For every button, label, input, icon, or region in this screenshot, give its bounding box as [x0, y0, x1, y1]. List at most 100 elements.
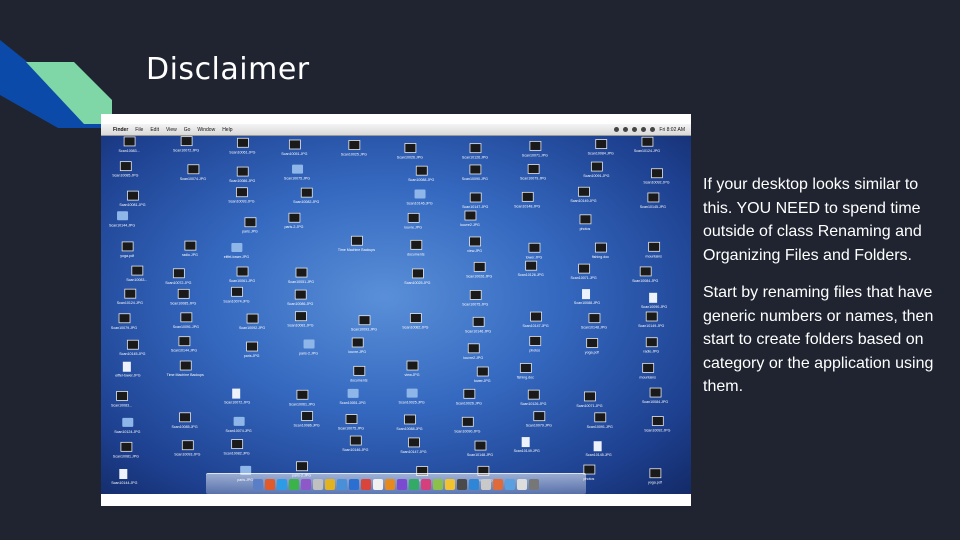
- file-icon: Scan10086.JPG: [229, 166, 256, 183]
- file-label: louvre.JPG: [348, 350, 366, 354]
- file-icon: Scan10026.JPG: [397, 143, 423, 160]
- paragraph-renaming-advice: Start by renaming files that have generi…: [703, 284, 934, 395]
- file-icon: Scan10074.JPG: [180, 164, 206, 181]
- volume-icon: [650, 127, 656, 132]
- menu-item-window: Window: [197, 126, 216, 133]
- file-icon: Scan10146.JPG: [406, 189, 433, 206]
- file-label: Scan10051.JPG: [281, 152, 307, 156]
- file-label: Scan10090.JPG: [641, 305, 667, 309]
- file-label: louvre2.JPG: [460, 223, 480, 227]
- file-label: Scan10082.JPG: [224, 452, 250, 456]
- file-label: Scan10079.JPG: [526, 424, 552, 428]
- file-icon: Scan10092.JPG: [643, 168, 670, 185]
- file-label: view.JPG: [467, 249, 482, 253]
- file-icon: Scan10051.JPG: [288, 267, 314, 284]
- file-label: Scan10074.JPG: [223, 299, 249, 303]
- file-label: Scan10147.JPG: [462, 205, 488, 209]
- menu-item-go: Go: [183, 126, 191, 133]
- file-icon: Scan10072.JPG: [173, 136, 199, 153]
- file-label: Scan10149.JPG: [638, 324, 664, 328]
- paragraph-desktop-warning: If your desktop looks similar to this. Y…: [703, 176, 922, 264]
- dock-app-icon: [385, 478, 395, 490]
- file-label: Scan10092.JPG: [644, 429, 670, 433]
- file-icon: Scan10074.JPG: [226, 416, 252, 433]
- file-icon: Scan10079.JPG: [520, 164, 546, 181]
- file-icon: yoga.pdf: [585, 338, 599, 354]
- file-icon: photos: [529, 336, 542, 352]
- file-icon: paris.JPG: [242, 217, 258, 234]
- file-label: Scan10081.JPG: [113, 454, 139, 458]
- file-label: Scan10086.JPG: [287, 302, 313, 306]
- file-label: paris.JPG: [244, 354, 260, 358]
- file-icon: yoga.pdf: [120, 241, 134, 258]
- file-label: Scan10144.JPG: [111, 481, 137, 485]
- menubar-status-area: Fri 8:02 AM: [614, 127, 685, 133]
- file-label: Scan10149.JPG: [514, 449, 540, 453]
- file-icon: Scan10061.JPG: [229, 137, 256, 154]
- file-label: Scan10088.JPG: [574, 301, 600, 305]
- file-label: Scan10144.JPG: [171, 349, 197, 353]
- dock-app-icon: [361, 478, 371, 490]
- file-label: Scan10124.JPG: [117, 301, 143, 305]
- file-label: Scan10082.JPG: [293, 200, 319, 204]
- file-icon: louvre2.JPG: [460, 210, 480, 227]
- file-label: Scan10146.JPG: [342, 448, 368, 452]
- file-icon: Scan10124.JPG: [634, 136, 660, 153]
- file-icon: Scan10147.JPG: [522, 311, 549, 328]
- file-icon: mountains: [645, 241, 662, 258]
- file-label: louvre.JPG: [404, 225, 422, 229]
- file-label: Scan10071.JPG: [522, 153, 548, 157]
- menu-item-finder: Finder: [113, 126, 129, 133]
- file-icon: louvre.JPG: [348, 337, 366, 354]
- file-icon: Scan10124.JPG: [117, 288, 143, 305]
- file-label: Scan10075.JPG: [462, 302, 488, 306]
- file-icon: Scan10061.JPG: [289, 389, 315, 406]
- file-label: Scan10147.JPG: [522, 324, 548, 328]
- file-icon: Scan10086.JPG: [287, 289, 314, 306]
- file-icon: Scan10025.JPG: [399, 388, 425, 405]
- file-icon: Scan10071.JPG: [571, 263, 597, 280]
- dock-app-icon: [457, 478, 467, 490]
- file-label: Scan10081.JPG: [119, 203, 145, 207]
- file-label: Scan10025.JPG: [399, 401, 425, 405]
- file-label: Scan10124.JPG: [114, 430, 140, 434]
- file-icon: eiffel-tower.JPG: [224, 243, 250, 259]
- file-icon: Scan10074.JPG: [223, 286, 250, 303]
- file-icon: Scan10145.JPG: [640, 192, 666, 209]
- file-icon: tower.JPG: [526, 242, 542, 259]
- file-icon: Scan10149.JPG: [638, 311, 664, 328]
- file-label: Scan10071.JPG: [576, 404, 602, 408]
- file-icon: view.JPG: [467, 236, 482, 253]
- menu-item-help: Help: [222, 126, 233, 133]
- file-icon: documents: [407, 239, 425, 256]
- file-label: Time Machine Backups: [338, 248, 375, 252]
- file-label: Scan10026.JPG: [397, 156, 423, 160]
- file-icon: Scan10075.JPG: [284, 164, 310, 181]
- file-label: Scan10124.JPG: [634, 149, 660, 153]
- file-icon: Scan10081.JPG: [287, 311, 314, 328]
- dock-app-icon: [433, 478, 443, 490]
- dock-app-icon: [337, 478, 347, 490]
- file-label: fishing.doc: [592, 255, 609, 259]
- file-icon: mountains: [639, 362, 656, 379]
- file-label: Scan10071.JPG: [571, 276, 597, 280]
- file-icon: tower.JPG: [474, 366, 491, 383]
- file-icon: Scan10071.JPG: [522, 140, 548, 157]
- file-label: Scan10148.JPG: [514, 204, 540, 208]
- file-icon: Scan10026.JPG: [466, 261, 492, 278]
- file-label: eiffel-tower.JPG: [224, 255, 250, 259]
- file-label: Scan10072.JPG: [173, 149, 199, 153]
- wifi-icon: [641, 127, 647, 132]
- menubar-clock: Fri 8:02 AM: [659, 126, 685, 133]
- file-icon: Scan10085.JPG: [171, 412, 198, 429]
- file-label: Scan10026.JPG: [466, 274, 492, 278]
- file-label: tower.JPG: [474, 379, 491, 383]
- file-label: Scan10085.JPG: [171, 425, 197, 429]
- dock-app-icon: [529, 478, 539, 490]
- file-icon: Scan10083...: [111, 391, 132, 407]
- file-label: Scan10091.JPG: [587, 425, 613, 429]
- file-label: fishing.doc: [517, 375, 534, 379]
- file-icon: Scan10051.JPG: [281, 139, 308, 156]
- dock-app-icon: [325, 478, 335, 490]
- file-label: Scan10145.JPG: [119, 352, 145, 356]
